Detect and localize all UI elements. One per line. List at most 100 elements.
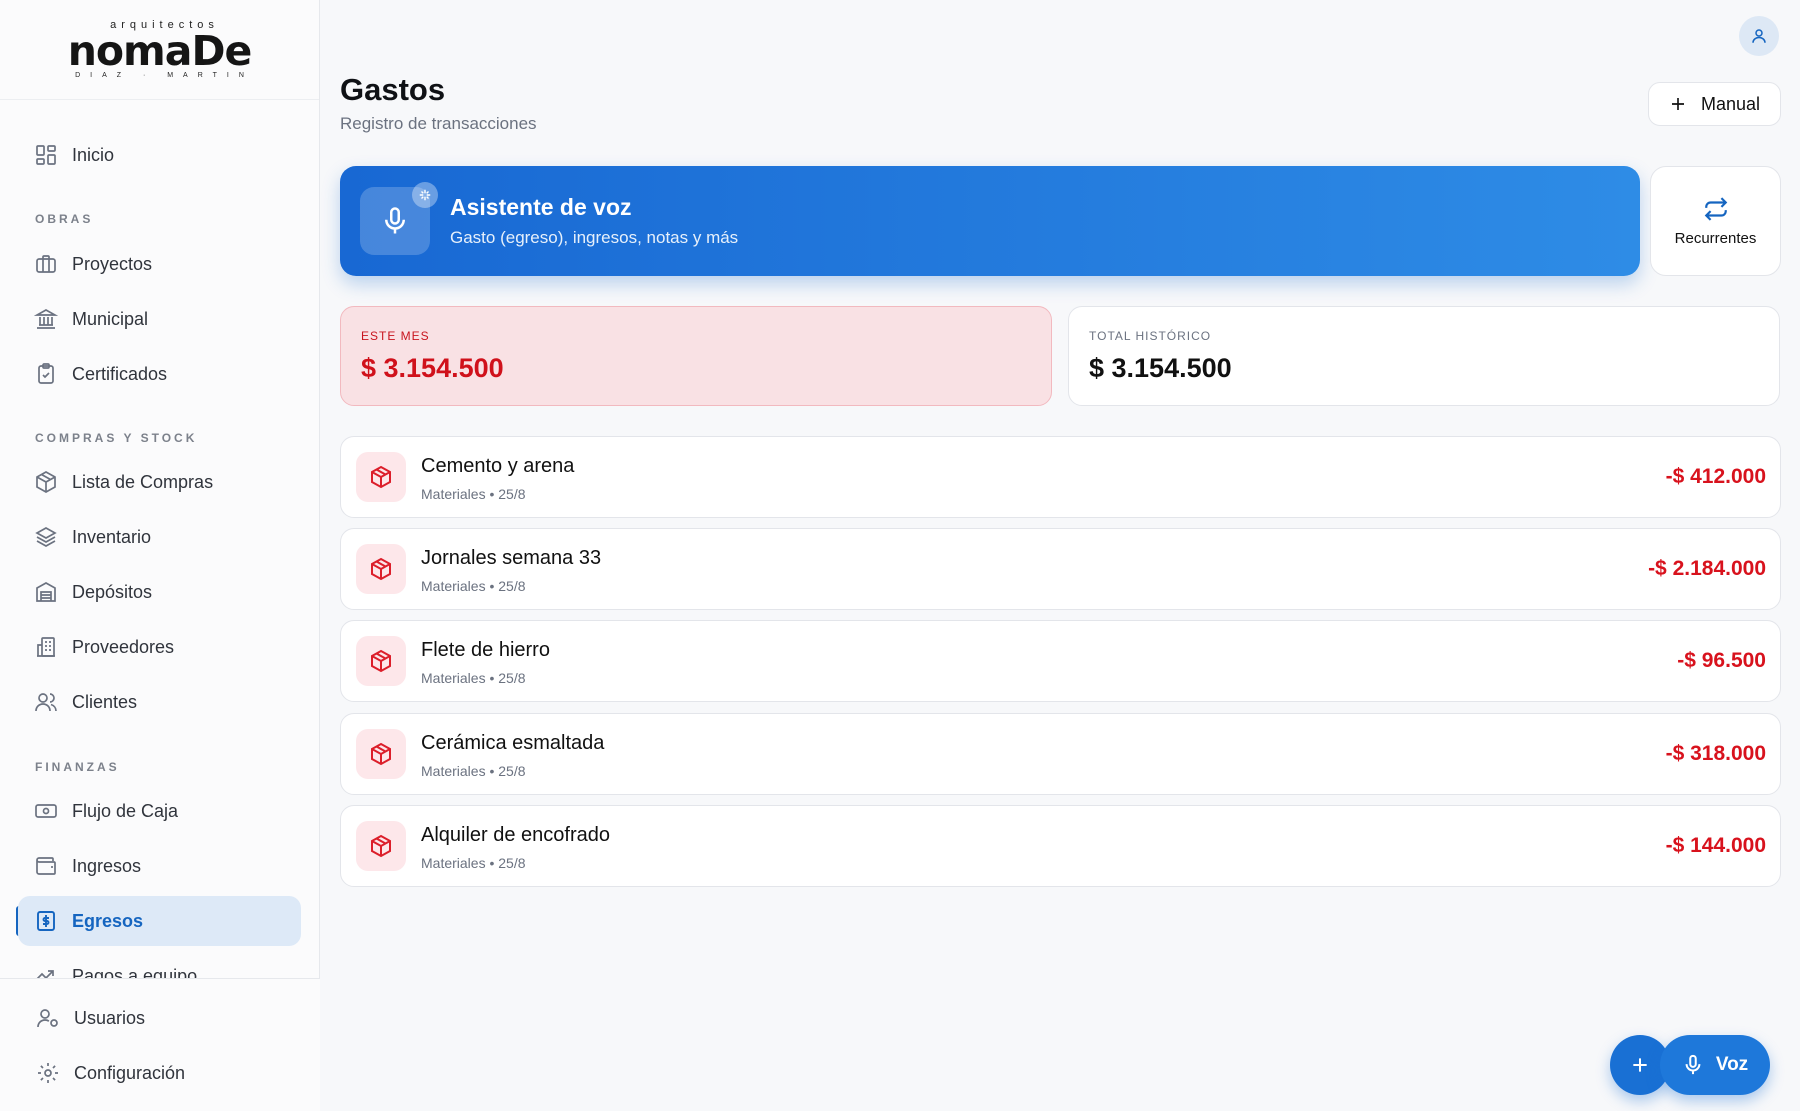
stat-label: ESTE MES (361, 329, 430, 343)
receipt-dollar-icon (34, 909, 58, 933)
section-label-obras: OBRAS (35, 212, 94, 226)
sidebar-item-usuarios[interactable]: Usuarios (20, 993, 303, 1043)
transaction-title: Cerámica esmaltada (421, 732, 605, 754)
package-icon (356, 821, 406, 871)
package-icon (356, 544, 406, 594)
sidebar-item-label: Egresos (72, 910, 144, 931)
main-content: Gastos Registro de transacciones Manual … (320, 0, 1800, 1111)
transaction-title: Jornales semana 33 (421, 547, 602, 569)
sidebar-item-label: Depósitos (72, 581, 153, 602)
add-manual-button[interactable]: Manual (1648, 82, 1781, 126)
transaction-amount: -$ 2.184.000 (1648, 557, 1766, 580)
sidebar-item-label: Inventario (72, 526, 152, 547)
transaction-row[interactable]: Flete de hierro Materiales • 25/8 -$ 96.… (340, 620, 1781, 702)
briefcase-icon (34, 252, 58, 276)
sidebar-item-label: Certificados (72, 363, 168, 384)
sidebar-item-label: Lista de Compras (72, 471, 214, 492)
warehouse-icon (34, 580, 58, 604)
sidebar-item-flujo-caja[interactable]: Flujo de Caja (18, 786, 301, 836)
sidebar-item-label: Ingresos (72, 855, 142, 876)
recurrentes-button[interactable]: Recurrentes (1650, 166, 1781, 276)
landmark-icon (34, 307, 58, 331)
sidebar-item-inventario[interactable]: Inventario (18, 512, 301, 562)
sidebar-item-proyectos[interactable]: Proyectos (18, 239, 301, 289)
gear-icon (36, 1061, 60, 1085)
user-cog-icon (36, 1006, 60, 1030)
sidebar: arquitectos nomaDe DIAZ · MARTIN Inicio … (0, 0, 320, 1111)
package-icon (356, 729, 406, 779)
sidebar-item-pagos-equipo[interactable]: Pagos a equipo (18, 951, 301, 978)
stat-value: $ 3.154.500 (1089, 353, 1232, 383)
sidebar-item-certificados[interactable]: Certificados (18, 349, 301, 399)
transaction-row[interactable]: Alquiler de encofrado Materiales • 25/8 … (340, 805, 1781, 887)
sidebar-item-egresos[interactable]: Egresos (18, 896, 301, 946)
stat-value: $ 3.154.500 (361, 353, 504, 383)
sidebar-item-label: Pagos a equipo (72, 965, 198, 979)
transaction-amount: -$ 412.000 (1665, 465, 1766, 488)
sidebar-item-label: Configuración (74, 1062, 186, 1083)
brand-logo[interactable]: arquitectos nomaDe DIAZ · MARTIN (0, 0, 319, 100)
repeat-icon (1703, 196, 1729, 222)
transaction-title: Cemento y arena (421, 455, 575, 477)
sidebar-item-label: Clientes (72, 691, 138, 712)
dashboard-icon (34, 143, 58, 167)
sidebar-nav: Inicio OBRAS Proyectos Municipal Certifi… (0, 100, 320, 978)
stat-card-total-historico: TOTAL HISTÓRICO $ 3.154.500 (1068, 306, 1780, 406)
user-icon (1750, 27, 1768, 45)
sidebar-item-label: Proveedores (72, 636, 175, 657)
voice-assistant-card[interactable]: Asistente de voz Gasto (egreso), ingreso… (340, 166, 1640, 276)
voice-assistant-subtitle: Gasto (egreso), ingresos, notas y más (450, 228, 739, 247)
plus-icon (1669, 95, 1687, 113)
transaction-row[interactable]: Cerámica esmaltada Materiales • 25/8 -$ … (340, 713, 1781, 795)
stat-label: TOTAL HISTÓRICO (1089, 329, 1212, 343)
transaction-amount: -$ 96.500 (1677, 649, 1766, 672)
sidebar-item-inicio[interactable]: Inicio (18, 130, 301, 180)
page-subtitle: Registro de transacciones (340, 114, 537, 133)
sidebar-item-label: Proyectos (72, 253, 153, 274)
fab-voice-label: Voz (1715, 1054, 1749, 1075)
sidebar-footer: Usuarios Configuración (0, 978, 320, 1111)
transaction-amount: -$ 318.000 (1665, 742, 1766, 765)
transaction-row[interactable]: Jornales semana 33 Materiales • 25/8 -$ … (340, 528, 1781, 610)
layers-icon (34, 525, 58, 549)
brand-subline: DIAZ · MARTIN (75, 71, 254, 79)
transaction-row[interactable]: Cemento y arena Materiales • 25/8 -$ 412… (340, 436, 1781, 518)
section-label-finanzas: FINANZAS (35, 760, 120, 774)
transaction-meta: Materiales • 25/8 (421, 578, 526, 594)
transaction-meta: Materiales • 25/8 (421, 763, 526, 779)
sidebar-item-proveedores[interactable]: Proveedores (18, 622, 301, 672)
package-icon (34, 470, 58, 494)
plus-icon (1630, 1055, 1650, 1075)
sidebar-item-depositos[interactable]: Depósitos (18, 567, 301, 617)
building-icon (34, 635, 58, 659)
wallet-icon (34, 854, 58, 878)
sidebar-item-municipal[interactable]: Municipal (18, 294, 301, 344)
fab-voice-button[interactable]: Voz (1660, 1035, 1770, 1095)
brand-name: nomaDe (67, 26, 253, 75)
sidebar-item-clientes[interactable]: Clientes (18, 677, 301, 727)
transaction-meta: Materiales • 25/8 (421, 670, 526, 686)
banknote-icon (34, 799, 58, 823)
stat-card-este-mes: ESTE MES $ 3.154.500 (340, 306, 1052, 406)
section-label-compras: COMPRAS Y STOCK (35, 431, 198, 445)
transaction-title: Alquiler de encofrado (421, 824, 611, 846)
sidebar-item-lista-compras[interactable]: Lista de Compras (18, 457, 301, 507)
sidebar-item-label: Municipal (72, 308, 149, 329)
sidebar-item-label: Inicio (72, 144, 115, 165)
hand-coins-icon (34, 964, 58, 978)
sidebar-item-configuracion[interactable]: Configuración (20, 1048, 303, 1098)
user-avatar-button[interactable] (1739, 16, 1779, 56)
transaction-title: Flete de hierro (421, 639, 550, 661)
microphone-icon (380, 206, 410, 236)
microphone-icon (1682, 1054, 1704, 1076)
transaction-meta: Materiales • 25/8 (421, 486, 526, 502)
package-icon (356, 452, 406, 502)
voice-assistant-title: Asistente de voz (450, 194, 632, 220)
transaction-amount: -$ 144.000 (1665, 834, 1766, 857)
manual-button-label: Manual (1700, 93, 1761, 114)
package-icon (356, 636, 406, 686)
sidebar-item-label: Usuarios (74, 1007, 146, 1028)
sidebar-item-label: Flujo de Caja (72, 800, 179, 821)
clipboard-check-icon (34, 362, 58, 386)
sidebar-item-ingresos[interactable]: Ingresos (18, 841, 301, 891)
